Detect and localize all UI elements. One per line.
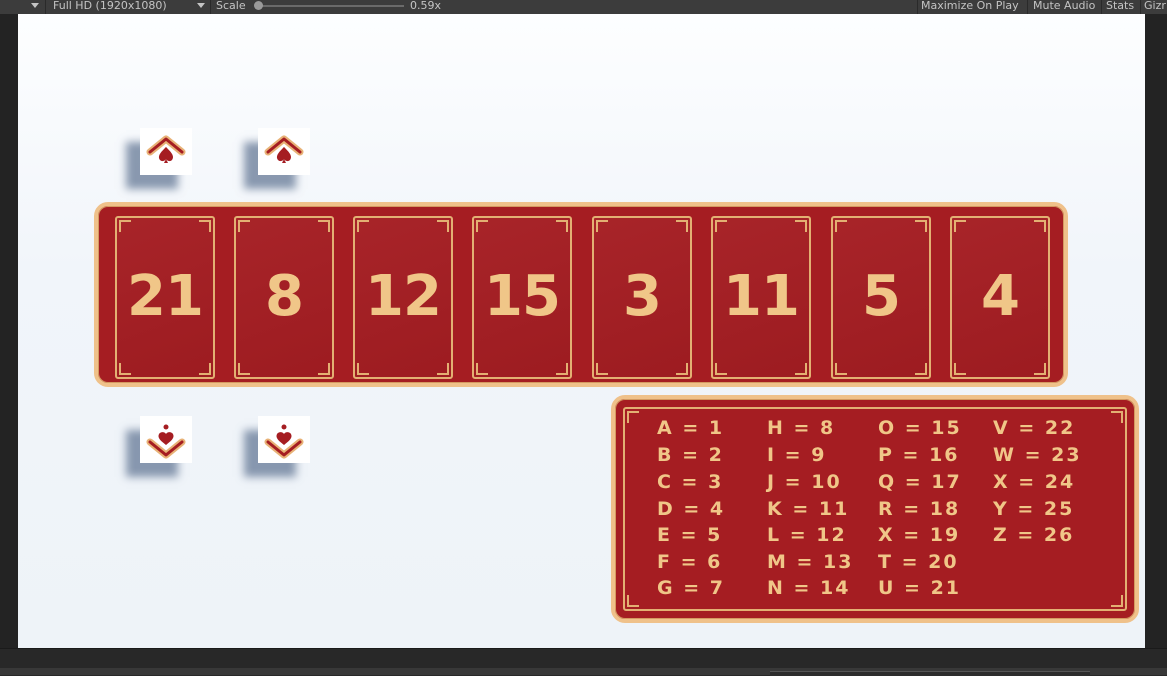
editor-right-margin [1145, 14, 1167, 648]
heart-down-arrow-icon [264, 424, 304, 459]
legend-entry: X = 24 [993, 471, 1076, 493]
number-card[interactable]: 3 [592, 216, 692, 379]
legend-entry: Z = 26 [993, 524, 1075, 546]
spade-up-arrow-icon [146, 135, 186, 163]
number-card[interactable]: 5 [831, 216, 931, 379]
toolbar-divider [1140, 0, 1141, 14]
card-number: 4 [981, 264, 1020, 329]
legend-entry: L = 12 [767, 524, 847, 546]
legend-entry: Q = 17 [878, 471, 962, 493]
resolution-dropdown-arrow-icon[interactable] [197, 3, 205, 8]
card-number: 8 [265, 264, 304, 329]
card-2-down-button[interactable] [258, 416, 310, 463]
legend-entry: M = 13 [767, 551, 854, 573]
console-input-field[interactable] [770, 671, 1090, 676]
card-1-down-button[interactable] [140, 416, 192, 463]
maximize-on-play-toggle[interactable]: Maximize On Play [921, 0, 1019, 12]
game-view: 21 8 12 15 3 11 5 4 A = 1 B = 2 C = 3 D … [18, 14, 1145, 648]
resolution-dropdown[interactable]: Full HD (1920x1080) [53, 0, 167, 12]
legend-entry: T = 20 [878, 551, 959, 573]
scale-slider[interactable] [258, 5, 404, 7]
number-card[interactable]: 15 [472, 216, 572, 379]
scale-slider-handle[interactable] [254, 1, 263, 10]
mute-audio-toggle[interactable]: Mute Audio [1033, 0, 1095, 12]
number-card[interactable]: 11 [711, 216, 811, 379]
legend-entry: G = 7 [657, 577, 725, 599]
number-card[interactable]: 4 [950, 216, 1050, 379]
card-number: 11 [723, 264, 800, 329]
legend-entry: U = 21 [878, 577, 962, 599]
letter-number-legend-panel: A = 1 B = 2 C = 3 D = 4 E = 5 F = 6 G = … [611, 395, 1139, 623]
card-number: 12 [365, 264, 442, 329]
stats-toggle[interactable]: Stats [1106, 0, 1134, 12]
legend-entry: H = 8 [767, 417, 836, 439]
card-2-up-button[interactable] [258, 128, 310, 175]
card-number: 3 [623, 264, 662, 329]
toolbar-divider [45, 0, 46, 14]
card-number: 5 [862, 264, 901, 329]
toolbar-divider [1027, 0, 1028, 14]
gizmos-toggle[interactable]: Gizr [1144, 0, 1166, 12]
toolbar-divider [210, 0, 211, 14]
legend-entry: P = 16 [878, 444, 960, 466]
scale-value: 0.59x [410, 0, 442, 12]
number-card[interactable]: 8 [234, 216, 334, 379]
legend-entry: F = 6 [657, 551, 723, 573]
display-dropdown-arrow-icon[interactable] [31, 3, 39, 8]
toolbar-divider [1101, 0, 1102, 14]
legend-entry: I = 9 [767, 444, 827, 466]
legend-entry: R = 18 [878, 498, 961, 520]
legend-entry: Y = 25 [993, 498, 1075, 520]
number-card[interactable]: 12 [353, 216, 453, 379]
editor-left-margin [0, 14, 18, 648]
legend-entry: J = 10 [767, 471, 842, 493]
number-card[interactable]: 21 [115, 216, 215, 379]
card-number: 15 [484, 264, 561, 329]
legend-entry: A = 1 [657, 417, 725, 439]
game-view-toolbar: Full HD (1920x1080) Scale 0.59x Maximize… [0, 0, 1167, 14]
heart-down-arrow-icon [146, 424, 186, 459]
legend-entry: N = 14 [767, 577, 851, 599]
legend-entry: K = 11 [767, 498, 850, 520]
legend-entry: C = 3 [657, 471, 724, 493]
spade-up-arrow-icon [264, 135, 304, 163]
card-1-up-button[interactable] [140, 128, 192, 175]
legend-entry: V = 22 [993, 417, 1076, 439]
legend-entry: W = 23 [993, 444, 1082, 466]
legend-entry: E = 5 [657, 524, 723, 546]
number-cards-panel: 21 8 12 15 3 11 5 4 [94, 202, 1068, 387]
scale-label: Scale [216, 0, 246, 12]
toolbar-divider [917, 0, 918, 14]
legend-entry: O = 15 [878, 417, 962, 439]
card-number: 21 [127, 264, 204, 329]
legend-entry: B = 2 [657, 444, 724, 466]
legend-entry: X = 19 [878, 524, 961, 546]
legend-entry: D = 4 [657, 498, 726, 520]
